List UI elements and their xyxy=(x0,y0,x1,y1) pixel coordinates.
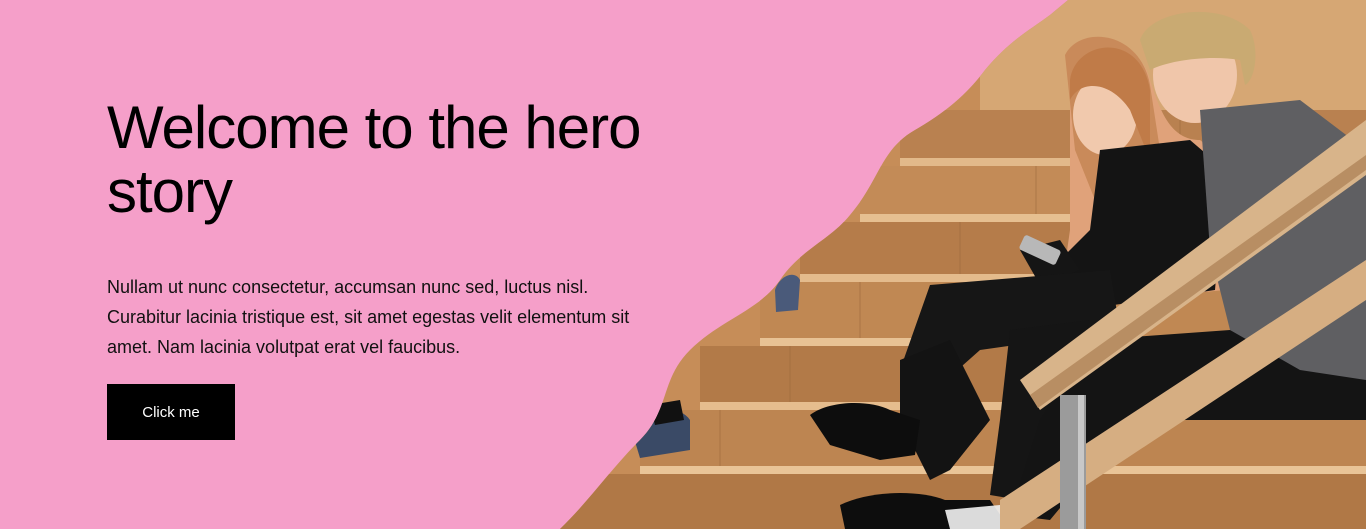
hero-description-line2: Curabitur lacinia tristique est, sit ame… xyxy=(107,307,630,327)
hero-description-line1: Nullam ut nunc consectetur, accumsan nun… xyxy=(107,277,589,297)
hero-description-line3: amet. Nam lacinia volutpat erat vel fauc… xyxy=(107,337,461,357)
hero-copy: Welcome to the hero story Nullam ut nunc… xyxy=(107,96,707,440)
hero-title-line1: Welcome to the hero xyxy=(107,94,642,161)
hero-section: Welcome to the hero story Nullam ut nunc… xyxy=(0,0,1366,529)
hero-title-line2: story xyxy=(107,158,233,225)
click-me-button[interactable]: Click me xyxy=(107,384,235,440)
hero-title: Welcome to the hero story xyxy=(107,96,707,224)
hero-description: Nullam ut nunc consectetur, accumsan nun… xyxy=(107,272,697,362)
